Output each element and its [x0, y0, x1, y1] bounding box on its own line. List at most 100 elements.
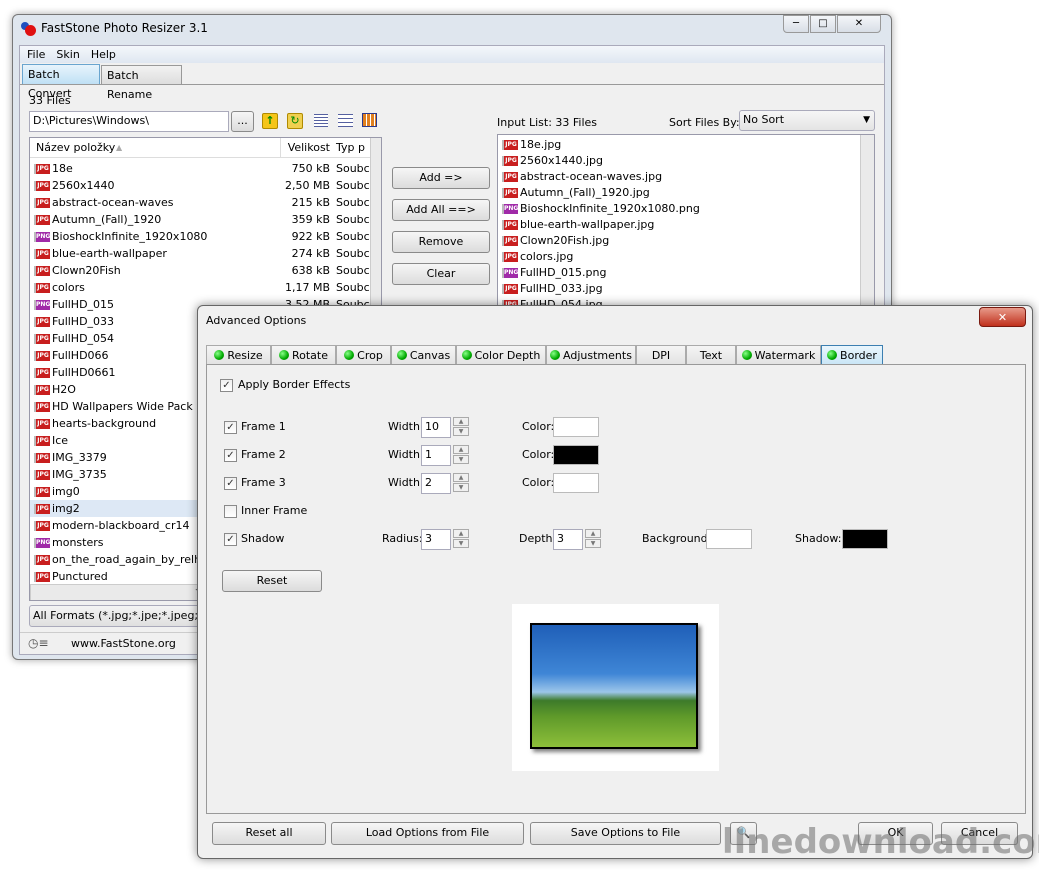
- file-type-icon: JPG: [502, 284, 518, 294]
- tab-batch-rename[interactable]: Batch Rename: [101, 65, 182, 101]
- file-row[interactable]: PNG BioshockInfinite_1920x1080 922 kB Soubc: [30, 228, 370, 245]
- dialog-close-button[interactable]: ✕: [979, 307, 1026, 327]
- clear-button[interactable]: Clear: [392, 263, 490, 285]
- file-row[interactable]: JPG Autumn_(Fall)_1920 359 kB Soubc: [30, 211, 370, 228]
- file-name: FullHD0661: [52, 366, 116, 379]
- add-all-button[interactable]: Add All ==>: [392, 199, 490, 221]
- input-file-row[interactable]: JPG 2560x1440.jpg: [498, 153, 858, 169]
- column-size[interactable]: Velikost: [280, 138, 330, 158]
- frame-width-input[interactable]: 1: [421, 445, 451, 466]
- file-type: Soubc: [336, 162, 370, 175]
- frame-width-input[interactable]: 10: [421, 417, 451, 438]
- frame-checkbox[interactable]: ✓: [224, 449, 237, 462]
- save-options-button[interactable]: Save Options to File: [530, 822, 721, 845]
- menu-help[interactable]: Help: [91, 48, 116, 61]
- file-name: abstract-ocean-waves: [52, 196, 174, 209]
- frame-width-spinner[interactable]: ▲ ▼: [453, 473, 469, 493]
- shadow-color-swatch[interactable]: [842, 529, 888, 549]
- column-type[interactable]: Typ p: [336, 138, 365, 158]
- tab-resize[interactable]: Resize: [206, 345, 271, 365]
- tab-text[interactable]: Text: [686, 345, 736, 365]
- inner-frame-label: Inner Frame: [241, 504, 308, 517]
- radius-input[interactable]: 3: [421, 529, 451, 550]
- refresh-folder-icon[interactable]: ↻: [287, 113, 303, 129]
- file-type-icon: JPG: [34, 521, 50, 531]
- file-row[interactable]: JPG Clown20Fish 638 kB Soubc: [30, 262, 370, 279]
- file-name: 18e.jpg: [520, 138, 562, 151]
- minimize-button[interactable]: ─: [783, 15, 809, 33]
- reset-all-button[interactable]: Reset all: [212, 822, 326, 845]
- frame-width-input[interactable]: 2: [421, 473, 451, 494]
- sort-select[interactable]: No Sort ▼: [739, 110, 875, 131]
- radius-spinner[interactable]: ▲ ▼: [453, 529, 469, 549]
- input-file-list[interactable]: JPG 18e.jpg JPG 2560x1440.jpg JPG abstract-oc…: [497, 134, 875, 334]
- frame-width-spinner[interactable]: ▲ ▼: [453, 445, 469, 465]
- remove-button[interactable]: Remove: [392, 231, 490, 253]
- file-row[interactable]: JPG 2560x1440 2,50 MB Soubc: [30, 177, 370, 194]
- background-color-swatch[interactable]: [706, 529, 752, 549]
- reset-button[interactable]: Reset: [222, 570, 322, 592]
- frame-width-spinner[interactable]: ▲ ▼: [453, 417, 469, 437]
- input-file-row[interactable]: JPG blue-earth-wallpaper.jpg: [498, 217, 858, 233]
- tab-label: Adjustments: [563, 349, 632, 362]
- tab-border[interactable]: Border: [821, 345, 883, 365]
- input-file-row[interactable]: JPG Autumn_(Fall)_1920.jpg: [498, 185, 858, 201]
- tab-rotate[interactable]: Rotate: [271, 345, 336, 365]
- input-file-row[interactable]: JPG FullHD_033.jpg: [498, 281, 858, 297]
- apply-border-checkbox[interactable]: ✓: [220, 379, 233, 392]
- tab-batch-convert[interactable]: Batch Convert: [22, 64, 100, 100]
- tab-crop[interactable]: Crop: [336, 345, 391, 365]
- file-row[interactable]: JPG blue-earth-wallpaper 274 kB Soubc: [30, 245, 370, 262]
- file-row[interactable]: JPG abstract-ocean-waves 215 kB Soubc: [30, 194, 370, 211]
- input-file-row[interactable]: PNG FullHD_015.png: [498, 265, 858, 281]
- details-view-icon[interactable]: [314, 114, 328, 127]
- close-button[interactable]: ✕: [837, 15, 881, 33]
- frame-color-swatch[interactable]: [553, 473, 599, 493]
- tab-label: Crop: [357, 349, 383, 362]
- maximize-button[interactable]: □: [810, 15, 836, 33]
- file-type-icon: JPG: [34, 164, 50, 174]
- input-file-row[interactable]: PNG BioshockInfinite_1920x1080.png: [498, 201, 858, 217]
- chevron-down-icon: ▼: [863, 115, 870, 125]
- column-name[interactable]: Název položky: [36, 138, 115, 158]
- inner-frame-checkbox[interactable]: [224, 505, 237, 518]
- load-options-button[interactable]: Load Options from File: [331, 822, 524, 845]
- input-file-row[interactable]: JPG Clown20Fish.jpg: [498, 233, 858, 249]
- file-type: Soubc: [336, 213, 370, 226]
- tab-canvas[interactable]: Canvas: [391, 345, 456, 365]
- file-name: FullHD066: [52, 349, 109, 362]
- menu-file[interactable]: File: [27, 48, 45, 61]
- file-size: 922 kB: [291, 230, 330, 243]
- depth-spinner[interactable]: ▲ ▼: [585, 529, 601, 549]
- tab-color-depth[interactable]: Color Depth: [456, 345, 546, 365]
- frame-checkbox[interactable]: ✓: [224, 421, 237, 434]
- tab-adjustments[interactable]: Adjustments: [546, 345, 636, 365]
- file-row[interactable]: JPG colors 1,17 MB Soubc: [30, 279, 370, 296]
- file-type: Soubc: [336, 264, 370, 277]
- file-type-icon: JPG: [34, 470, 50, 480]
- file-row[interactable]: JPG 18e 750 kB Soubc: [30, 160, 370, 177]
- shadow-checkbox[interactable]: ✓: [224, 533, 237, 546]
- website-link[interactable]: www.FastStone.org: [71, 637, 176, 650]
- input-file-row[interactable]: JPG 18e.jpg: [498, 137, 858, 153]
- list-view-icon[interactable]: [338, 114, 353, 127]
- depth-input[interactable]: 3: [553, 529, 583, 550]
- tab-dpi[interactable]: DPI: [636, 345, 686, 365]
- menu-skin[interactable]: Skin: [56, 48, 79, 61]
- folder-up-icon[interactable]: ↑: [262, 113, 278, 129]
- file-name: IMG_3735: [52, 468, 107, 481]
- frame-checkbox[interactable]: ✓: [224, 477, 237, 490]
- file-name: FullHD_033.jpg: [520, 282, 603, 295]
- tab-watermark[interactable]: Watermark: [736, 345, 821, 365]
- thumbnail-view-icon[interactable]: [362, 113, 377, 127]
- browse-button[interactable]: ...: [231, 111, 254, 132]
- file-name: blue-earth-wallpaper: [52, 247, 167, 260]
- file-type-icon: JPG: [34, 266, 50, 276]
- input-file-row[interactable]: JPG colors.jpg: [498, 249, 858, 265]
- frame-color-swatch[interactable]: [553, 445, 599, 465]
- folder-path-input[interactable]: D:\Pictures\Windows\: [29, 111, 229, 132]
- frame-color-swatch[interactable]: [553, 417, 599, 437]
- file-type: Soubc: [336, 179, 370, 192]
- add-button[interactable]: Add =>: [392, 167, 490, 189]
- input-file-row[interactable]: JPG abstract-ocean-waves.jpg: [498, 169, 858, 185]
